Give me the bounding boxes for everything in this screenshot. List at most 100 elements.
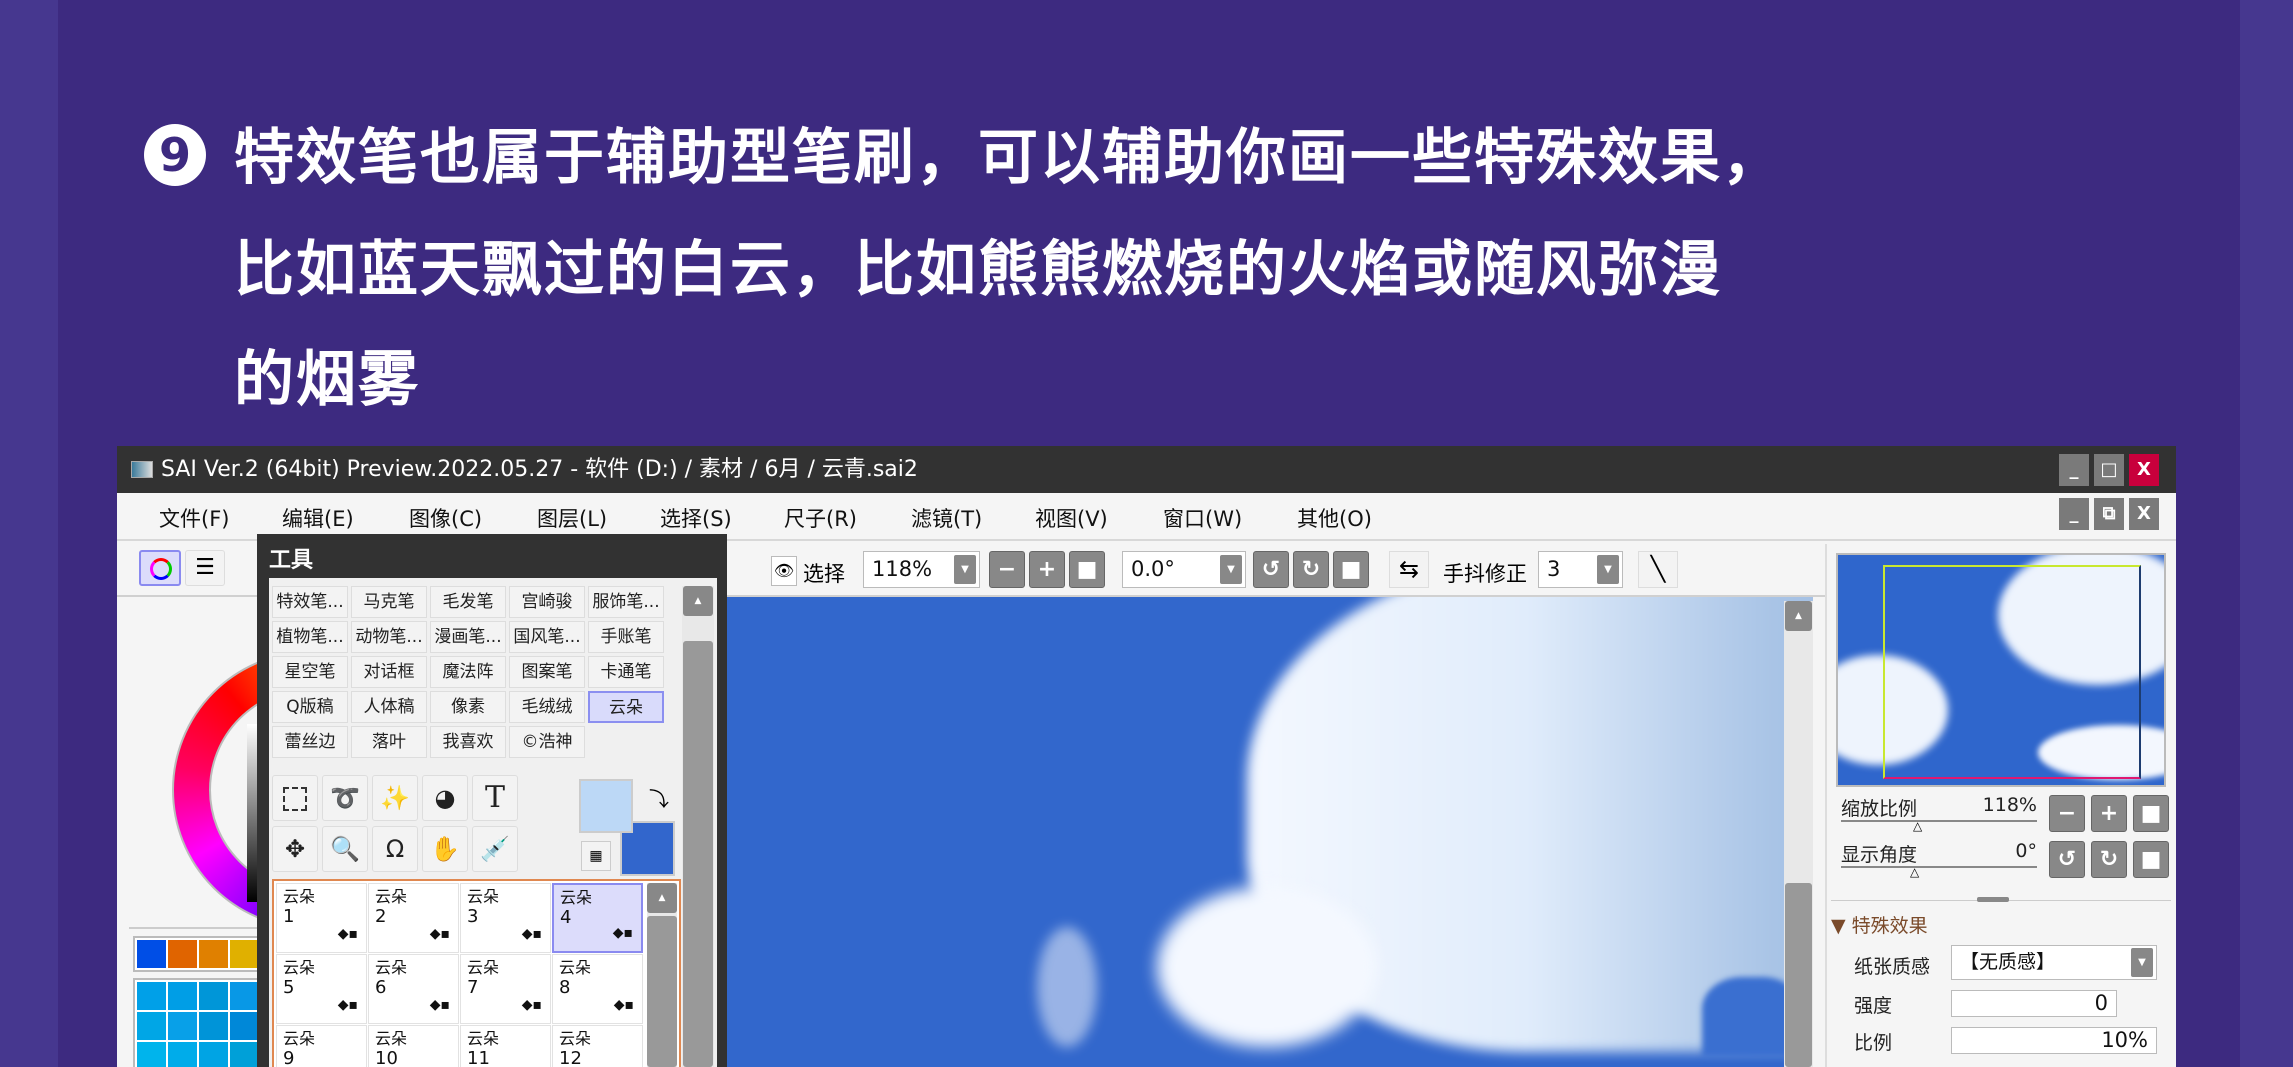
nav-rotate-right-button[interactable]: ↻: [2091, 841, 2127, 878]
brush-group-button[interactable]: 服饰笔...: [588, 586, 664, 618]
flip-button[interactable]: ⇆: [1389, 551, 1429, 588]
brush-slot[interactable]: 云朵11◆▪: [460, 1025, 551, 1067]
text-tool[interactable]: T: [472, 775, 518, 821]
foreground-color-swatch[interactable]: [579, 779, 633, 833]
doc-close-button[interactable]: X: [2129, 498, 2159, 530]
palette-swatch[interactable]: [230, 940, 259, 968]
swatch[interactable]: [230, 982, 259, 1010]
brush-slot[interactable]: 云朵 4 ◆▪: [552, 883, 643, 953]
scroll-thumb[interactable]: [683, 641, 713, 1067]
brush-group-button[interactable]: 星空笔: [272, 656, 348, 688]
strength-input[interactable]: 0: [1951, 990, 2117, 1017]
brush-group-button[interactable]: 宫崎骏: [509, 586, 585, 618]
brush-slot[interactable]: 云朵9◆▪: [276, 1025, 367, 1067]
rect-select-tool[interactable]: [272, 775, 318, 821]
zoom-tool[interactable]: 🔍: [322, 826, 368, 872]
menu-file[interactable]: 文件(F): [159, 503, 229, 533]
scroll-up-button[interactable]: ▲: [1785, 601, 1812, 631]
zoom-out-button[interactable]: −: [989, 551, 1025, 588]
brush-group-button[interactable]: 云朵: [588, 691, 664, 723]
nav-zoom-reset-button[interactable]: ■: [2133, 795, 2169, 832]
brush-group-button[interactable]: 毛绒绒: [509, 691, 585, 723]
rotate-tool[interactable]: Ω: [372, 826, 418, 872]
swatch[interactable]: [168, 1012, 197, 1040]
brush-group-button[interactable]: 魔法阵: [430, 656, 506, 688]
nav-rotate-left-button[interactable]: ↺: [2049, 841, 2085, 878]
scale-slider-input[interactable]: 10%: [1951, 1027, 2157, 1054]
brush-group-button[interactable]: 手账笔: [588, 621, 664, 653]
swatch[interactable]: [199, 982, 228, 1010]
brush-slot[interactable]: 云朵 5 ◆▪: [276, 954, 367, 1024]
swatch[interactable]: [199, 1042, 228, 1067]
swatch[interactable]: [230, 1012, 259, 1040]
brush-group-scrollbar[interactable]: ▲: [682, 586, 714, 1067]
brush-group-button[interactable]: 蕾丝边: [272, 726, 348, 758]
brush-group-button[interactable]: 漫画笔...: [430, 621, 506, 653]
nav-rotate-reset-button[interactable]: ■: [2133, 841, 2169, 878]
nav-zoom-out-button[interactable]: −: [2049, 795, 2085, 832]
brush-slot[interactable]: 云朵10◆▪: [368, 1025, 459, 1067]
magic-wand-tool[interactable]: ✨: [372, 775, 418, 821]
swatch[interactable]: [168, 1042, 197, 1067]
stabilizer-select[interactable]: 3 ▼: [1538, 551, 1623, 588]
swatch[interactable]: [230, 1042, 259, 1067]
brush-slot[interactable]: 云朵 7 ◆▪: [460, 954, 551, 1024]
viewport-frame[interactable]: [1883, 565, 2141, 779]
paper-texture-select[interactable]: 【无质感】 ▼: [1951, 945, 2157, 980]
zoom-slider-thumb[interactable]: △: [1913, 819, 1922, 833]
resize-grip[interactable]: [1977, 897, 2009, 902]
palette-swatch[interactable]: [137, 940, 166, 968]
slot-scrollbar[interactable]: ▲: [647, 883, 677, 1067]
brush-group-button[interactable]: 图案笔: [509, 656, 585, 688]
maximize-button[interactable]: □: [2094, 454, 2124, 486]
swatch[interactable]: [137, 1012, 166, 1040]
brush-group-button[interactable]: 卡通笔: [588, 656, 664, 688]
scroll-up-button[interactable]: ▲: [683, 586, 713, 616]
menu-layer[interactable]: 图层(L): [537, 503, 607, 533]
brush-group-button[interactable]: 人体稿: [351, 691, 427, 723]
zoom-reset-button[interactable]: ■: [1069, 551, 1105, 588]
rotate-left-button[interactable]: ↺: [1253, 551, 1289, 588]
close-button[interactable]: X: [2129, 454, 2159, 486]
brush-slot[interactable]: 云朵 8 ◆▪: [552, 954, 643, 1024]
nav-zoom-in-button[interactable]: +: [2091, 795, 2127, 832]
menu-image[interactable]: 图像(C): [409, 503, 482, 533]
palette-swatch[interactable]: [168, 940, 197, 968]
menu-other[interactable]: 其他(O): [1297, 503, 1372, 533]
angle-slider[interactable]: [1841, 866, 2037, 868]
doc-restore-button[interactable]: ⧉: [2094, 498, 2124, 530]
transparent-color-button[interactable]: ▦: [581, 841, 611, 871]
selection-visibility-toggle[interactable]: 👁: [771, 556, 797, 586]
zoom-select[interactable]: 118% ▼: [863, 551, 980, 588]
swatch[interactable]: [137, 982, 166, 1010]
brush-group-button[interactable]: 动物笔...: [351, 621, 427, 653]
brush-group-button[interactable]: 特效笔...: [272, 586, 348, 618]
brush-slot[interactable]: 云朵12◆▪: [552, 1025, 643, 1067]
brush-group-button[interactable]: 我喜欢: [430, 726, 506, 758]
canvas[interactable]: ▲: [727, 597, 1813, 1067]
eyedropper-tool[interactable]: 💉: [472, 826, 518, 872]
swatch[interactable]: [137, 1042, 166, 1067]
zoom-in-button[interactable]: +: [1029, 551, 1065, 588]
brush-group-button[interactable]: 对话框: [351, 656, 427, 688]
brush-group-button[interactable]: ©浩神: [509, 726, 585, 758]
menu-ruler[interactable]: 尺子(R): [784, 503, 857, 533]
swap-colors-icon[interactable]: ⤵: [649, 783, 669, 812]
scroll-up-button[interactable]: ▲: [647, 883, 677, 913]
rotate-right-button[interactable]: ↻: [1293, 551, 1329, 588]
line-tool-button[interactable]: ╲: [1638, 551, 1678, 588]
brush-group-button[interactable]: 像素: [430, 691, 506, 723]
brush-slot[interactable]: 云朵 3 ◆▪: [460, 883, 551, 953]
canvas-scrollbar[interactable]: ▲: [1784, 601, 1813, 1067]
angle-slider-thumb[interactable]: △: [1910, 865, 1919, 879]
brush-slot[interactable]: 云朵 1 ◆▪: [276, 883, 367, 953]
move-tool[interactable]: ✥: [272, 826, 318, 872]
swatch[interactable]: [168, 982, 197, 1010]
shape-tool[interactable]: ◕: [422, 775, 468, 821]
swatch[interactable]: [199, 1012, 228, 1040]
scroll-thumb[interactable]: [1785, 883, 1812, 1067]
menu-window[interactable]: 窗口(W): [1163, 503, 1242, 533]
brush-group-button[interactable]: 落叶: [351, 726, 427, 758]
minimize-button[interactable]: _: [2059, 454, 2089, 486]
zoom-slider[interactable]: [1841, 820, 2037, 822]
